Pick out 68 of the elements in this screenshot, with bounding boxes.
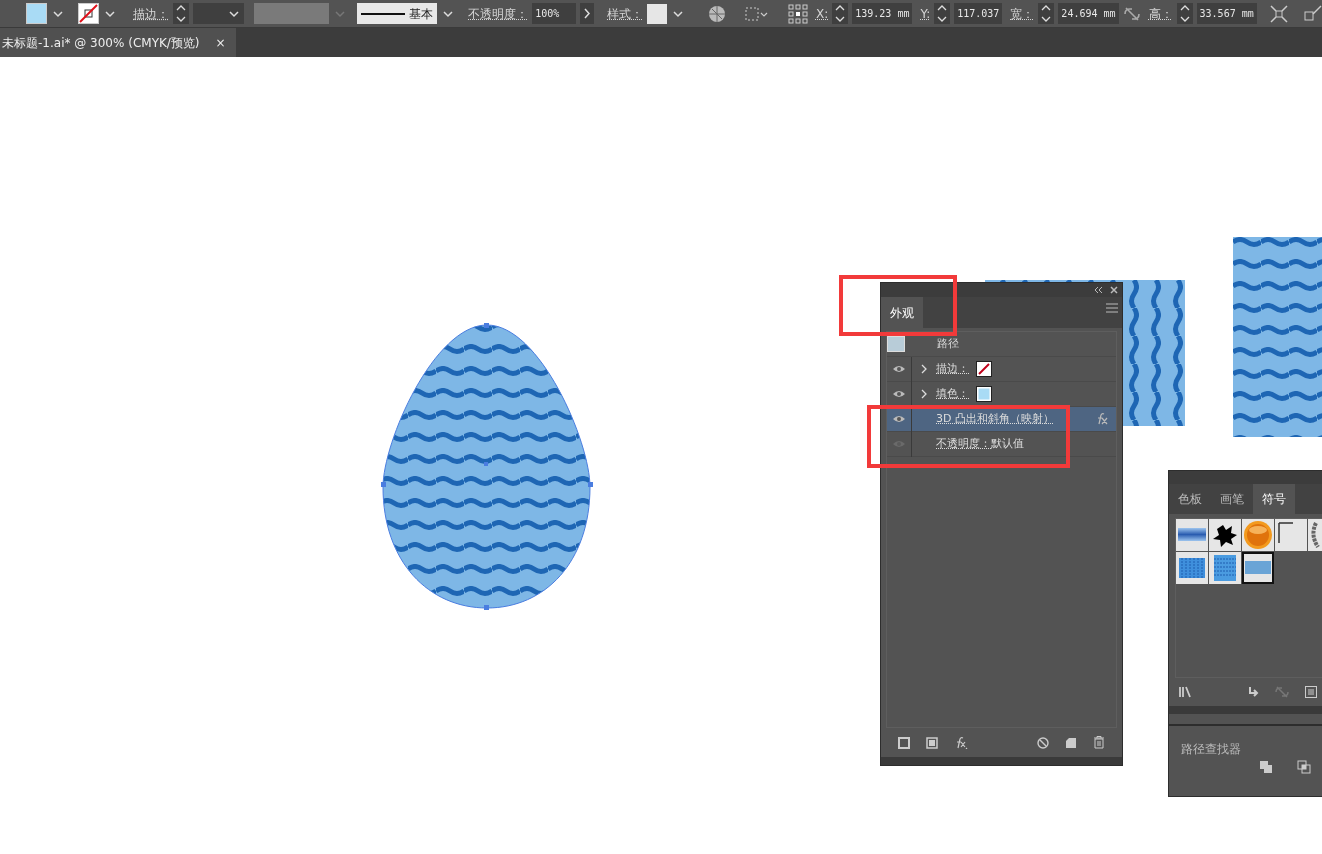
style-swatch[interactable] [647,3,668,24]
height-label: 高： [1148,5,1173,23]
attribute-link[interactable]: 3D 凸出和斜角（映射） [936,410,1054,428]
height-field[interactable]: 33.567 mm [1196,3,1257,24]
close-button[interactable]: × [215,33,226,52]
duplicate-icon[interactable] [1065,736,1077,749]
place-symbol-icon[interactable] [1247,686,1259,698]
attribute-link[interactable]: 不透明度： [936,435,991,453]
variable-profile-field[interactable] [253,3,330,24]
symbol-thumbnail[interactable] [1209,519,1241,551]
stroke-weight-field[interactable] [193,3,244,24]
symbol-thumbnail[interactable] [1242,519,1274,551]
style-label: 样式： [607,5,644,23]
document-tab-title: 未标题-1.ai* @ 300% (CMYK/预览) [2,34,200,52]
path-label: 路径 [937,335,959,352]
stroke-swatch[interactable] [77,3,99,24]
path-thumbnail [887,336,905,352]
globe-icon[interactable] [708,4,727,23]
attribute-link[interactable]: 填色： [936,385,969,403]
appearance-row[interactable]: 路径 [887,332,1116,357]
spinner-icon[interactable] [1176,3,1193,24]
symbol-thumbnail[interactable] [1176,519,1208,551]
attribute-value: 默认值 [991,435,1024,452]
symbol-thumbnail[interactable] [1176,552,1208,584]
opacity-label: 不透明度： [468,5,529,23]
symbol-thumbnail[interactable] [1242,552,1274,584]
appearance-row[interactable]: 描边： [887,357,1116,382]
clear-icon[interactable] [1037,736,1049,749]
menu-icon[interactable] [1106,302,1118,313]
x-position-label: X: [815,5,829,23]
close-icon[interactable] [1110,286,1118,294]
stroke-label: 描边： [133,5,170,23]
eye-icon[interactable] [892,365,906,373]
eye-icon[interactable] [892,415,906,423]
spinner-icon[interactable] [832,3,849,24]
delete-icon[interactable] [1093,736,1105,749]
opacity-field[interactable]: 100% [532,3,577,24]
transform-icon[interactable] [1269,4,1288,23]
panel-tab[interactable]: 外观 [881,297,923,328]
eye-icon[interactable] [892,390,906,398]
symbol-options-icon[interactable] [1305,686,1317,698]
appearance-row[interactable]: 3D 凸出和斜角（映射） [887,407,1116,432]
y-position-label: Y: [920,5,931,23]
fill-swatch[interactable] [976,386,992,402]
new-fill-icon[interactable] [926,736,938,749]
brush-label: 基本 [409,5,434,23]
reference-point-icon[interactable] [787,3,808,24]
attribute-link[interactable]: 描边： [936,360,969,378]
isolate-icon[interactable] [1303,4,1322,23]
width-field[interactable]: 24.694 mm [1058,3,1119,24]
y-position-field[interactable]: 117.037 [954,3,1003,24]
fx-icon[interactable] [954,736,968,749]
stroke-swatch[interactable] [976,361,992,377]
pathfinder-panel-title: 路径查找器 [1180,741,1242,758]
x-position-field[interactable]: 139.23 mm [852,3,913,24]
spinner-icon[interactable] [1038,3,1055,24]
intersect-icon[interactable] [1259,760,1273,774]
spinner-icon[interactable] [934,3,951,24]
collapse-icon[interactable] [1094,286,1102,294]
new-stroke-icon[interactable] [898,736,910,749]
spinner-icon[interactable] [173,3,190,24]
document-tab[interactable]: 未标题-1.ai* @ 300% (CMYK/预览) × [0,28,236,57]
panel-tab[interactable]: 符号 [1253,484,1295,514]
brush-definition-field[interactable]: 基本 [357,3,438,24]
symbol-thumbnail[interactable] [1209,552,1241,584]
appearance-row[interactable]: 不透明度：默认值 [887,432,1116,457]
width-label: 宽： [1010,5,1035,23]
exclude-icon[interactable] [1297,760,1311,774]
